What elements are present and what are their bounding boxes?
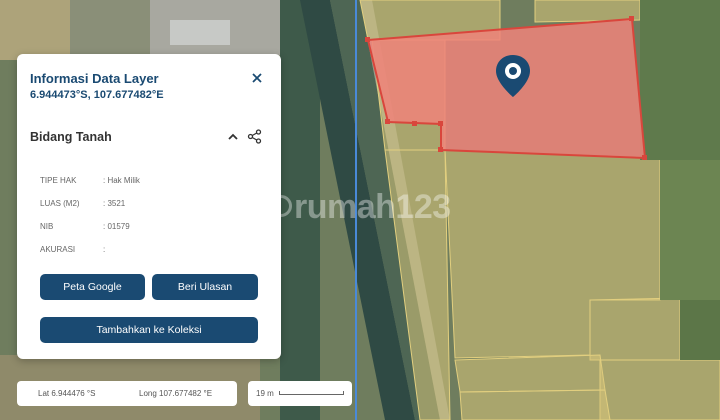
beri-ulasan-button[interactable]: Beri Ulasan [152,274,258,300]
row-value: : Hak Milik [103,176,140,185]
share-icon[interactable] [247,129,262,144]
scale-line [279,391,344,395]
row-label: TIPE HAK [40,176,77,185]
close-icon[interactable] [249,70,265,86]
panel-coordinates: 6.944473°S, 107.677482°E [30,89,164,101]
section-title: Bidang Tanah [30,130,112,144]
row-label: NIB [40,222,54,231]
cursor-coordinates-bar: Lat 6.944476 °S Long 107.677482 °E [17,381,237,406]
chevron-up-icon[interactable] [226,130,240,144]
location-pin-icon[interactable] [495,54,531,98]
scale-label: 19 m [256,389,274,398]
panel-title: Informasi Data Layer [30,71,159,86]
watermark: rumah123 [270,188,451,227]
row-value: : 01579 [103,222,130,231]
map-scale: 19 m [248,381,352,406]
peta-google-button[interactable]: Peta Google [40,274,145,300]
info-panel: Informasi Data Layer 6.944473°S, 107.677… [17,54,281,359]
row-value: : [103,245,106,254]
row-value: : 3521 [103,199,126,208]
row-label: LUAS (M2) [40,199,80,208]
longitude-readout: Long 107.677482 °E [139,389,213,398]
row-label: AKURASI [40,245,76,254]
latitude-readout: Lat 6.944476 °S [38,389,96,398]
tambahkan-koleksi-button[interactable]: Tambahkan ke Koleksi [40,317,258,343]
